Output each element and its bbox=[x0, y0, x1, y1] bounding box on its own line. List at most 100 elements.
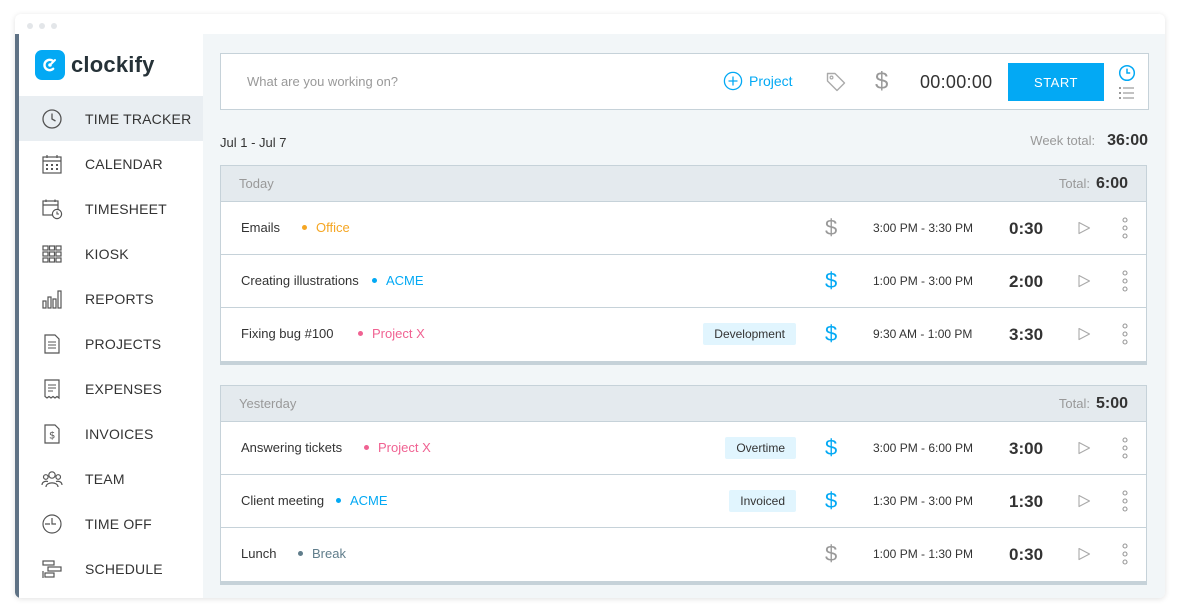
plus-circle-icon bbox=[723, 71, 743, 91]
sidebar-item-expenses[interactable]: EXPENSES bbox=[19, 366, 203, 411]
billable-icon[interactable]: $ bbox=[825, 435, 837, 461]
entry-time-range[interactable]: 1:00 PM - 1:30 PM bbox=[873, 547, 973, 561]
entry-project[interactable]: ACME bbox=[336, 493, 388, 508]
sidebar-item-label: SCHEDULE bbox=[85, 560, 163, 577]
entry-project[interactable]: ACME bbox=[372, 273, 424, 288]
sidebar-item-label: INVOICES bbox=[85, 425, 154, 442]
app-body: clockify TIME TRACKER CALENDAR TIMESHEET KI… bbox=[15, 34, 1165, 598]
project-dot-icon bbox=[298, 551, 303, 556]
app-window: clockify TIME TRACKER CALENDAR TIMESHEET KI… bbox=[15, 14, 1165, 598]
sidebar-item-time-off[interactable]: TIME OFF bbox=[19, 501, 203, 546]
calendar-icon bbox=[41, 153, 63, 175]
entry-description[interactable]: Lunch bbox=[241, 546, 276, 561]
entry-description[interactable]: Fixing bug #100 bbox=[241, 326, 334, 341]
billable-icon[interactable]: $ bbox=[825, 541, 837, 567]
entry-project[interactable]: Office bbox=[302, 220, 350, 235]
entry-time-range[interactable]: 3:00 PM - 3:30 PM bbox=[873, 221, 973, 235]
tracker-bar: Project $ 00:00:00 START bbox=[220, 53, 1149, 110]
day-group-title: Today bbox=[239, 176, 274, 191]
logo-text: clockify bbox=[71, 52, 155, 77]
project-dot-icon bbox=[364, 445, 369, 450]
tag-icon[interactable] bbox=[825, 71, 847, 98]
sidebar-item-team[interactable]: TEAM bbox=[19, 456, 203, 501]
entry-duration[interactable]: 0:30 bbox=[1009, 545, 1043, 565]
billable-icon[interactable]: $ bbox=[825, 488, 837, 514]
entry-duration[interactable]: 0:30 bbox=[1009, 219, 1043, 239]
more-options-icon[interactable] bbox=[1121, 542, 1129, 571]
project-picker-button[interactable]: Project bbox=[723, 71, 793, 91]
more-options-icon[interactable] bbox=[1121, 489, 1129, 518]
manual-mode-list-icon[interactable] bbox=[1118, 85, 1136, 106]
project-dot-icon bbox=[302, 225, 307, 230]
more-options-icon[interactable] bbox=[1121, 436, 1129, 465]
sidebar-item-time-tracker[interactable]: TIME TRACKER bbox=[19, 96, 203, 141]
sidebar-item-label: REPORTS bbox=[85, 290, 154, 307]
entry-duration[interactable]: 2:00 bbox=[1009, 272, 1043, 292]
entry-time-range[interactable]: 9:30 AM - 1:00 PM bbox=[873, 327, 972, 341]
description-input[interactable] bbox=[247, 74, 687, 89]
entry-duration[interactable]: 3:00 bbox=[1009, 439, 1043, 459]
clockify-logo-icon bbox=[35, 50, 65, 80]
entry-tag[interactable]: Overtime bbox=[725, 437, 796, 459]
play-icon[interactable] bbox=[1077, 221, 1091, 240]
project-dot-icon bbox=[372, 278, 377, 283]
week-range: Jul 1 - Jul 7 bbox=[220, 135, 287, 150]
day-group: Yesterday Total: 5:00 Answering tickets Proj… bbox=[220, 385, 1147, 585]
window-dot bbox=[39, 23, 45, 29]
more-options-icon[interactable] bbox=[1121, 216, 1129, 245]
entry-project[interactable]: Project X bbox=[364, 440, 431, 455]
time-entry-row: Fixing bug #100 Project X Development $9:30… bbox=[221, 308, 1146, 361]
day-total: Total: 6:00 bbox=[1059, 175, 1128, 193]
entry-description[interactable]: Answering tickets bbox=[241, 440, 342, 455]
project-dot-icon bbox=[336, 498, 341, 503]
play-icon[interactable] bbox=[1077, 441, 1091, 460]
sidebar-item-invoices[interactable]: $ INVOICES bbox=[19, 411, 203, 456]
sidebar-item-reports[interactable]: REPORTS bbox=[19, 276, 203, 321]
entry-description[interactable]: Emails bbox=[241, 220, 280, 235]
project-dot-icon bbox=[358, 331, 363, 336]
entry-duration[interactable]: 1:30 bbox=[1009, 492, 1043, 512]
start-button[interactable]: START bbox=[1008, 63, 1104, 101]
billable-icon[interactable]: $ bbox=[825, 215, 837, 241]
entry-project[interactable]: Break bbox=[298, 546, 346, 561]
more-options-icon[interactable] bbox=[1121, 322, 1129, 351]
sidebar-item-kiosk[interactable]: KIOSK bbox=[19, 231, 203, 276]
entry-project-label: Office bbox=[316, 220, 350, 235]
entry-description[interactable]: Client meeting bbox=[241, 493, 324, 508]
billable-toggle-icon[interactable]: $ bbox=[875, 68, 888, 96]
sidebar-item-schedule[interactable]: SCHEDULE bbox=[19, 546, 203, 591]
entry-duration[interactable]: 3:30 bbox=[1009, 325, 1043, 345]
receipt-icon bbox=[41, 378, 63, 400]
entry-time-range[interactable]: 1:30 PM - 3:00 PM bbox=[873, 494, 973, 508]
time-entry-row: Creating illustrations ACME $1:00 PM - 3:0… bbox=[221, 255, 1146, 308]
sidebar-item-label: CALENDAR bbox=[85, 155, 163, 172]
entry-time-range[interactable]: 1:00 PM - 3:00 PM bbox=[873, 274, 973, 288]
time-off-icon bbox=[41, 513, 63, 535]
billable-icon[interactable]: $ bbox=[825, 321, 837, 347]
entry-tag[interactable]: Invoiced bbox=[729, 490, 796, 512]
sidebar-item-projects[interactable]: PROJECTS bbox=[19, 321, 203, 366]
sidebar-item-calendar[interactable]: CALENDAR bbox=[19, 141, 203, 186]
play-icon[interactable] bbox=[1077, 327, 1091, 346]
week-total-value: 36:00 bbox=[1107, 132, 1148, 149]
play-icon[interactable] bbox=[1077, 274, 1091, 293]
sidebar-item-timesheet[interactable]: TIMESHEET bbox=[19, 186, 203, 231]
logo[interactable]: clockify bbox=[19, 34, 203, 96]
entry-project[interactable]: Project X bbox=[358, 326, 425, 341]
billable-icon[interactable]: $ bbox=[825, 268, 837, 294]
document-icon bbox=[41, 333, 63, 355]
entry-time-range[interactable]: 3:00 PM - 6:00 PM bbox=[873, 441, 973, 455]
entry-project-label: Break bbox=[312, 546, 346, 561]
time-entry-row: Emails Office $3:00 PM - 3:30 PM 0:30 bbox=[221, 202, 1146, 255]
entry-description[interactable]: Creating illustrations bbox=[241, 273, 359, 288]
time-entry-row: Client meeting ACME Invoiced $1:30 PM - 3:0… bbox=[221, 475, 1146, 528]
team-icon bbox=[41, 468, 63, 490]
svg-text:$: $ bbox=[49, 430, 55, 441]
timer-mode-clock-icon[interactable] bbox=[1118, 64, 1136, 87]
day-total-label: Total: bbox=[1058, 175, 1090, 191]
more-options-icon[interactable] bbox=[1121, 269, 1129, 298]
kiosk-icon bbox=[41, 243, 63, 265]
entry-tag[interactable]: Development bbox=[703, 323, 796, 345]
play-icon[interactable] bbox=[1077, 547, 1091, 566]
play-icon[interactable] bbox=[1077, 494, 1091, 513]
